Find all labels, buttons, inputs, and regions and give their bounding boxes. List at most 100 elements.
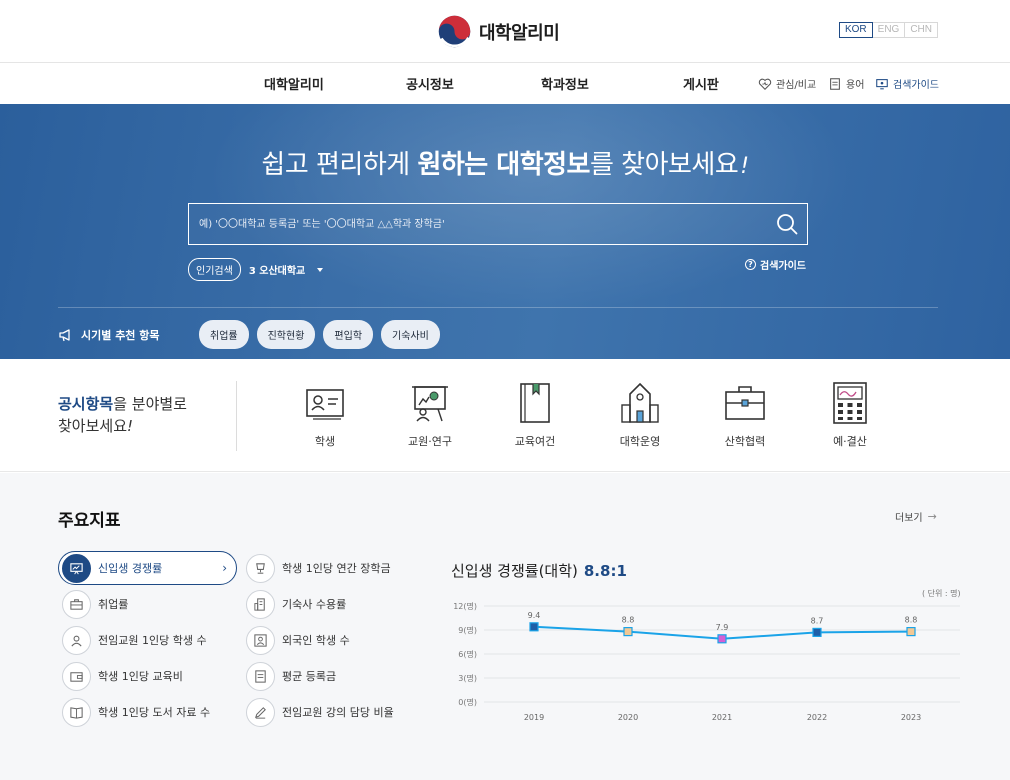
data-label: 8.8	[622, 616, 635, 625]
category-industry[interactable]: 산학협력	[705, 381, 785, 449]
popular-search-item[interactable]: 3 오산대학교	[249, 262, 305, 277]
nav-util-search-guide[interactable]: 검색가이드	[875, 76, 939, 91]
popular-search: 인기검색 3 오산대학교	[188, 258, 324, 281]
calculator-icon	[833, 382, 867, 424]
indicator-foreign-students[interactable]: 외국인 학생 수	[246, 623, 350, 657]
category-education[interactable]: 교육여건	[495, 381, 575, 449]
heart-icon	[758, 78, 772, 90]
indicator-education-cost[interactable]: 학생 1인당 교육비	[58, 659, 183, 693]
indicator-lecture-ratio[interactable]: 전임교원 강의 담당 비율	[246, 695, 394, 729]
id-card-icon	[306, 389, 344, 420]
nav-item-board[interactable]: 게시판	[683, 74, 719, 93]
x-tick-label: 2022	[807, 713, 827, 722]
site-logo[interactable]: 대학알리미	[437, 14, 560, 49]
y-tick-label: 3(명)	[458, 673, 477, 683]
season-chip-employment[interactable]: 취업률	[199, 320, 249, 349]
season-chip-advancement[interactable]: 진학현황	[256, 320, 316, 349]
top-header: 대학알리미 KOR ENG CHN	[0, 0, 1010, 63]
chart-title: 신입생 경쟁률(대학) 8.8:1	[451, 562, 627, 580]
category-industry-label: 산학협력	[724, 435, 766, 448]
lang-kor[interactable]: KOR	[838, 22, 873, 38]
season-recommendations: 시기별 추천 항목 취업률 진학현황 편입학 기숙사비	[58, 320, 440, 349]
indicator-employment[interactable]: 취업률	[58, 587, 128, 621]
y-tick-label: 12(명)	[453, 601, 477, 611]
indicator-tuition-label: 평균 등록금	[282, 670, 337, 683]
data-point	[717, 634, 727, 644]
category-student-label: 학생	[314, 435, 336, 448]
data-point	[623, 627, 633, 637]
nav-item-info[interactable]: 대학알리미	[264, 74, 324, 93]
trophy-icon	[246, 553, 275, 583]
season-chip-transfer[interactable]: 편입학	[323, 320, 374, 349]
category-section: 공시항목을 분야별로 찾아보세요! 학생 교원·연구 교육여건 대학운영 산학협력…	[0, 359, 1010, 472]
nav-util-search-guide-label: 검색가이드	[893, 80, 939, 91]
category-title: 공시항목을 분야별로 찾아보세요!	[58, 395, 187, 435]
indicator-scholarship[interactable]: 학생 1인당 연간 장학금	[246, 551, 391, 585]
lang-eng[interactable]: ENG	[871, 22, 906, 38]
indicator-students-per-faculty-label: 전임교원 1인당 학생 수	[98, 634, 207, 647]
hero-divider	[58, 307, 938, 308]
x-tick-label: 2019	[524, 713, 544, 722]
competition-line-chart: 0(명) 3(명) 6(명) 9(명) 12(명) 2019 2020 2021 2022 202…	[453, 601, 960, 722]
lang-chn[interactable]: CHN	[904, 22, 938, 38]
nav-item-department[interactable]: 학과정보	[541, 74, 589, 93]
wallet-icon	[62, 661, 91, 691]
popular-search-badge: 인기검색	[188, 258, 241, 281]
chart-heading-value: 8.8:1	[583, 562, 627, 580]
language-selector: KOR ENG CHN	[838, 22, 938, 38]
book-open-icon	[62, 697, 91, 727]
taegeuk-logo-icon	[438, 15, 471, 48]
hero-title: 쉽고 편리하게 원하는 대학정보를 찾아보세요!	[261, 150, 749, 180]
indicator-students-per-faculty[interactable]: 전임교원 1인당 학생 수	[58, 623, 207, 657]
chevron-right-icon: ›	[222, 561, 227, 575]
nav-item-disclosure[interactable]: 공시정보	[406, 74, 454, 93]
season-label: 시기별 추천 항목	[81, 328, 160, 342]
search-guide-label: 검색가이드	[760, 261, 806, 272]
logo-text: 대학알리미	[479, 22, 560, 44]
caret-down-icon[interactable]	[317, 267, 324, 272]
indicator-dormitory-label: 기숙사 수용률	[282, 598, 347, 611]
more-label: 더보기	[895, 513, 923, 524]
hero-search-section: 쉽고 편리하게 원하는 대학정보를 찾아보세요! 인기검색 3 오산대학교 ? …	[0, 104, 1010, 359]
nav-util-glossary-label: 용어	[846, 80, 865, 91]
x-tick-label: 2023	[901, 713, 921, 722]
indicator-dormitory[interactable]: 기숙사 수용률	[246, 587, 346, 621]
indicator-education-cost-label: 학생 1인당 교육비	[98, 670, 183, 683]
indicator-tuition[interactable]: 평균 등록금	[246, 659, 336, 693]
indicator-lecture-ratio-label: 전임교원 강의 담당 비율	[282, 706, 394, 719]
season-label-wrap: 시기별 추천 항목	[58, 327, 191, 343]
briefcase-icon	[725, 386, 765, 420]
person-card-icon	[246, 625, 275, 655]
search-input[interactable]	[199, 204, 759, 244]
category-student[interactable]: 학생	[285, 381, 365, 449]
search-icon[interactable]	[775, 212, 799, 236]
monitor-icon	[876, 78, 888, 89]
category-budget[interactable]: 예·결산	[810, 381, 890, 449]
data-point	[529, 622, 539, 632]
search-guide-link[interactable]: ? 검색가이드	[745, 257, 806, 272]
season-chip-dormitory[interactable]: 기숙사비	[381, 320, 440, 349]
megaphone-icon	[59, 328, 70, 341]
category-operation-label: 대학운영	[619, 435, 661, 448]
indicator-foreign-students-label: 외국인 학생 수	[282, 634, 350, 647]
category-education-label: 교육여건	[514, 435, 556, 448]
category-separator	[236, 381, 237, 451]
category-operation[interactable]: 대학운영	[600, 381, 680, 449]
indicator-employment-label: 취업률	[98, 598, 129, 611]
key-indicators-section: 주요지표 더보기 → 신입생 경쟁률 › 취업률 전임교원 1인당 학생 수 학…	[0, 473, 1010, 780]
nav-util-glossary[interactable]: 용어	[828, 76, 864, 91]
indicator-library-books[interactable]: 학생 1인당 도서 자료 수	[58, 695, 210, 729]
x-tick-label: 2020	[618, 713, 638, 722]
data-point	[906, 627, 916, 637]
data-point	[812, 627, 822, 637]
key-indicators-title: 주요지표	[58, 511, 121, 531]
document-icon	[246, 661, 275, 691]
briefcase-icon	[62, 589, 91, 619]
nav-util-favorites[interactable]: 관심/비교	[758, 76, 816, 91]
indicator-freshman-competition-label: 신입생 경쟁률	[98, 562, 163, 575]
category-faculty[interactable]: 교원·연구	[390, 381, 470, 449]
indicator-scholarship-label: 학생 1인당 연간 장학금	[282, 562, 391, 575]
data-label: 7.9	[716, 623, 729, 632]
more-link[interactable]: 더보기 →	[895, 509, 937, 524]
indicator-freshman-competition[interactable]: 신입생 경쟁률 ›	[58, 551, 237, 585]
